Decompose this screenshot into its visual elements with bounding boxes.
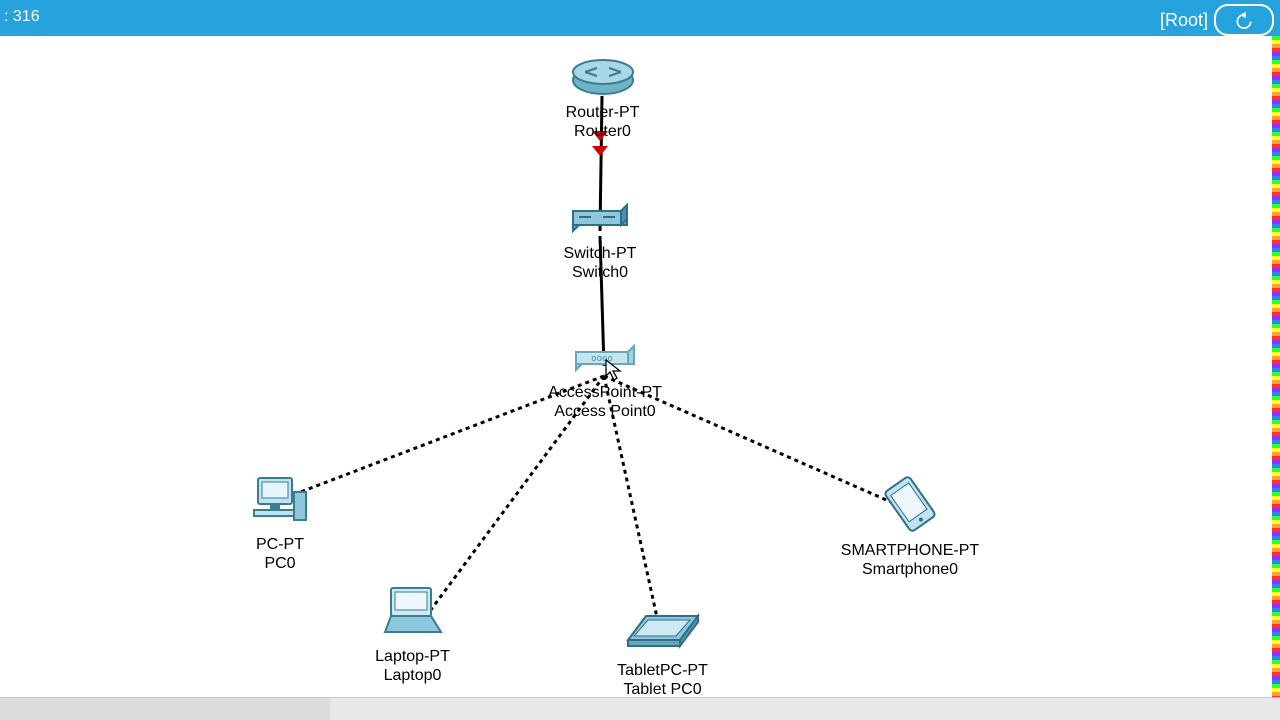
device-type-label: TabletPC-PT [600, 661, 725, 680]
status-bar [0, 697, 1280, 720]
side-stripe [1272, 36, 1280, 700]
tablet-icon [618, 606, 708, 659]
device-name-label: Switch0 [540, 263, 660, 282]
accesspoint-icon: oooo [570, 342, 640, 381]
device-type-label: AccessPoint-PT [530, 383, 680, 402]
device-name-label: Smartphone0 [835, 560, 985, 579]
device-type-label: SMARTPHONE-PT [835, 541, 985, 560]
device-type-label: Switch-PT [540, 244, 660, 263]
device-name-label: Laptop0 [355, 666, 470, 685]
smartphone-icon [875, 474, 945, 539]
device-type-label: Router-PT [540, 103, 665, 122]
status-segment [0, 698, 330, 720]
topology-canvas[interactable]: Router-PT Router0 Switch-PT Switch0 oooo [0, 36, 1280, 700]
link-arrow-icon [592, 146, 608, 156]
device-smartphone[interactable]: SMARTPHONE-PT Smartphone0 [835, 474, 985, 579]
device-accesspoint[interactable]: oooo AccessPoint-PT Access Point0 [530, 342, 680, 421]
device-type-label: Laptop-PT [355, 647, 470, 666]
device-pc[interactable]: PC-PT PC0 [225, 476, 335, 573]
device-name-label: Access Point0 [530, 402, 680, 421]
title-left-text: : 316 [4, 8, 40, 26]
device-tablet[interactable]: TabletPC-PT Tablet PC0 [600, 606, 725, 699]
title-bar: : 316 [Root] [0, 0, 1280, 36]
device-switch[interactable]: Switch-PT Switch0 [540, 201, 660, 282]
switch-icon [567, 201, 633, 242]
pc-icon [250, 476, 310, 533]
back-arrow-icon [1234, 10, 1254, 30]
back-button[interactable] [1214, 4, 1274, 36]
device-name-label: Router0 [540, 122, 665, 141]
device-router[interactable]: Router-PT Router0 [540, 56, 665, 141]
laptop-icon [375, 584, 451, 645]
root-label: [Root] [1160, 10, 1208, 31]
device-name-label: PC0 [225, 554, 335, 573]
device-laptop[interactable]: Laptop-PT Laptop0 [355, 584, 470, 685]
svg-text:oooo: oooo [591, 354, 613, 364]
router-icon [571, 56, 635, 101]
device-type-label: PC-PT [225, 535, 335, 554]
